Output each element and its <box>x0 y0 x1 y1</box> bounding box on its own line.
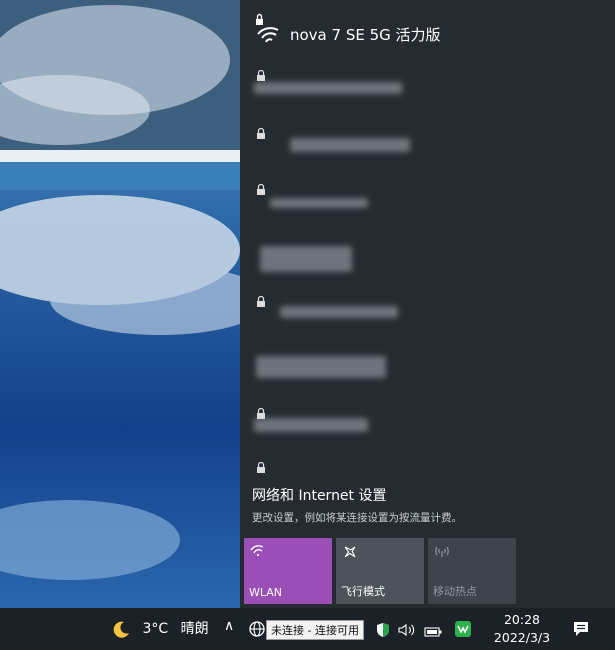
wlan-toggle[interactable]: WLAN <box>244 538 332 604</box>
lock-icon <box>257 184 265 195</box>
action-center-button[interactable] <box>572 620 590 642</box>
network-list-item[interactable] <box>240 238 615 278</box>
network-settings-subtitle: 更改设置，例如将某连接设置为按流量计费。 <box>252 512 462 524</box>
network-list-item[interactable] <box>240 128 615 164</box>
connected-network-item[interactable]: nova 7 SE 5G 活力版 <box>240 12 615 56</box>
security-tray-button[interactable] <box>376 622 390 642</box>
network-tooltip: 未连接 - 连接可用 <box>266 620 364 640</box>
network-name-hidden <box>290 138 410 152</box>
secured-wifi-icon <box>256 13 279 43</box>
connected-network-name: nova 7 SE 5G 活力版 <box>290 26 441 44</box>
chevron-up-icon: ∧ <box>224 618 235 634</box>
airplane-mode-label: 飞行模式 <box>341 585 385 598</box>
network-name-hidden <box>254 82 402 94</box>
clock[interactable]: 20:28 2022/3/3 <box>486 611 558 647</box>
moon-icon <box>113 621 129 638</box>
lock-icon <box>257 70 265 81</box>
show-hidden-icons-button[interactable]: ∧ <box>224 618 234 634</box>
weather-widget[interactable]: 3°C 晴朗 <box>112 618 209 640</box>
lock-icon <box>257 462 265 473</box>
network-name-hidden <box>280 306 398 318</box>
mobile-hotspot-toggle[interactable]: 移动热点 <box>428 538 516 604</box>
shield-icon <box>377 623 389 637</box>
network-settings-title: 网络和 Internet 设置 <box>252 488 387 504</box>
taskbar: 3°C 晴朗 ∧ 未连接 - 连接可用 20:28 2022/3/3 <box>0 608 615 650</box>
battery-tray-button[interactable] <box>424 623 442 642</box>
lock-icon <box>257 128 265 139</box>
battery-icon <box>424 627 442 637</box>
network-name-hidden <box>260 246 352 272</box>
network-settings-link[interactable]: 网络和 Internet 设置 更改设置，例如将某连接设置为按流量计费。 <box>252 485 602 527</box>
speaker-icon <box>398 623 415 637</box>
clock-date: 2022/3/3 <box>493 630 551 645</box>
wlan-label: WLAN <box>249 586 283 599</box>
network-name-hidden <box>256 356 386 378</box>
airplane-icon <box>344 546 356 558</box>
notification-icon <box>574 622 588 636</box>
weather-temperature: 3°C <box>142 621 169 637</box>
volume-tray-button[interactable] <box>398 622 416 641</box>
clock-time: 20:28 <box>503 612 541 627</box>
network-list-item[interactable] <box>240 70 615 106</box>
hotspot-icon <box>435 546 449 557</box>
network-list-item[interactable] <box>240 408 615 444</box>
network-list-item[interactable] <box>240 296 615 332</box>
weather-condition: 晴朗 <box>180 621 209 637</box>
globe-icon <box>249 621 265 637</box>
network-list-item[interactable] <box>240 350 615 386</box>
network-name-hidden <box>270 198 368 208</box>
network-name-hidden <box>254 418 368 432</box>
wifi-icon <box>250 545 264 556</box>
app-tray-button[interactable] <box>454 620 472 642</box>
network-list-item[interactable] <box>240 184 615 220</box>
wps-app-icon <box>455 621 471 637</box>
mobile-hotspot-label: 移动热点 <box>433 585 477 598</box>
airplane-mode-toggle[interactable]: 飞行模式 <box>336 538 424 604</box>
network-flyout: nova 7 SE 5G 活力版 网络和 Internet 设置 更改设置，例如… <box>240 0 615 608</box>
network-tray-button[interactable] <box>248 620 266 642</box>
lock-icon <box>257 296 265 307</box>
network-list-item[interactable] <box>240 462 615 478</box>
